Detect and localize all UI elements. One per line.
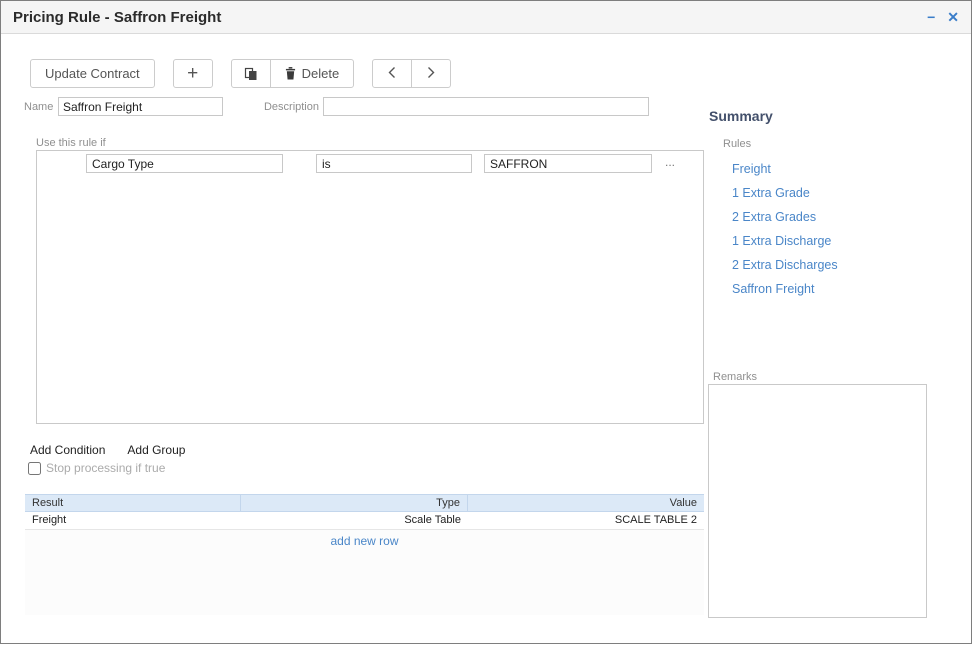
copy-button[interactable]	[231, 59, 271, 88]
column-header-result: Result	[25, 495, 241, 511]
titlebar: Pricing Rule - Saffron Freight − ✕	[1, 1, 971, 34]
name-label: Name	[24, 101, 53, 113]
rule-link-freight[interactable]: Freight	[732, 160, 838, 184]
summary-heading: Summary	[709, 108, 773, 124]
description-label: Description	[262, 101, 319, 113]
add-condition-link[interactable]: Add Condition	[30, 443, 105, 457]
chevron-right-icon	[427, 66, 435, 82]
results-grid: Result Type Value Freight Scale Table SC…	[25, 494, 704, 615]
stop-processing-label: Stop processing if true	[46, 461, 165, 475]
minimize-icon[interactable]: −	[927, 10, 935, 24]
copy-icon	[244, 67, 258, 81]
rule-link-2-extra-grades[interactable]: 2 Extra Grades	[732, 208, 838, 232]
add-group-link[interactable]: Add Group	[127, 443, 185, 457]
previous-rule-button[interactable]	[372, 59, 412, 88]
toolbar: Update Contract +	[30, 59, 451, 88]
rules-label: Rules	[723, 138, 751, 150]
window-controls: − ✕	[927, 10, 959, 24]
name-input[interactable]	[58, 97, 223, 116]
trash-icon	[285, 67, 296, 80]
column-header-value: Value	[468, 495, 704, 511]
rule-link-saffron-freight[interactable]: Saffron Freight	[732, 280, 838, 304]
add-new-row-link[interactable]: add new row	[25, 530, 704, 548]
add-rule-button[interactable]: +	[173, 59, 213, 88]
copy-delete-group: Delete	[231, 59, 355, 88]
rule-link-2-extra-discharges[interactable]: 2 Extra Discharges	[732, 256, 838, 280]
delete-button-label: Delete	[302, 66, 340, 81]
rule-link-1-extra-discharge[interactable]: 1 Extra Discharge	[732, 232, 838, 256]
results-grid-header: Result Type Value	[25, 494, 704, 512]
stop-processing-row: Stop processing if true	[28, 461, 165, 475]
use-rule-if-label: Use this rule if	[36, 137, 106, 149]
chevron-left-icon	[388, 66, 396, 82]
next-rule-button[interactable]	[411, 59, 451, 88]
delete-button[interactable]: Delete	[270, 59, 355, 88]
condition-actions: Add Condition Add Group	[30, 443, 185, 457]
remarks-textarea[interactable]	[708, 384, 927, 618]
condition-more-button[interactable]: ...	[661, 153, 679, 171]
table-row[interactable]: Freight Scale Table SCALE TABLE 2	[25, 512, 704, 530]
remarks-label: Remarks	[713, 371, 757, 383]
pricing-rule-window: Pricing Rule - Saffron Freight − ✕ Updat…	[0, 0, 972, 644]
value-cell[interactable]: SCALE TABLE 2	[468, 512, 704, 529]
description-input[interactable]	[323, 97, 649, 116]
stop-processing-checkbox[interactable]	[28, 462, 41, 475]
type-cell[interactable]: Scale Table	[241, 512, 468, 529]
condition-operator-input[interactable]	[316, 154, 472, 173]
close-icon[interactable]: ✕	[947, 10, 959, 24]
condition-field-input[interactable]	[86, 154, 283, 173]
nav-group	[372, 59, 451, 88]
column-header-type: Type	[241, 495, 468, 511]
condition-builder-area: ...	[36, 150, 704, 424]
update-contract-button[interactable]: Update Contract	[30, 59, 155, 88]
result-cell[interactable]: Freight	[25, 512, 241, 529]
rules-list: Freight 1 Extra Grade 2 Extra Grades 1 E…	[732, 160, 838, 304]
rule-link-1-extra-grade[interactable]: 1 Extra Grade	[732, 184, 838, 208]
condition-value-input[interactable]	[484, 154, 652, 173]
window-title: Pricing Rule - Saffron Freight	[13, 9, 221, 26]
